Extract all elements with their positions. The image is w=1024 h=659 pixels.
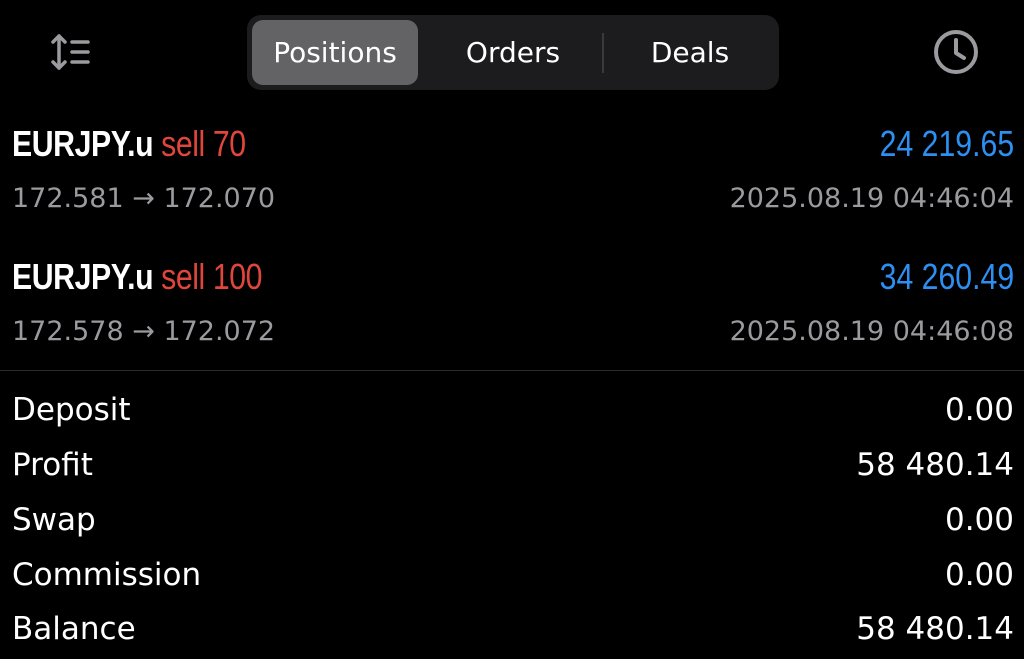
clock-icon xyxy=(934,30,978,74)
summary-label: Swap xyxy=(12,502,96,538)
summary-value: 0.00 xyxy=(944,557,1014,593)
tab-deals[interactable]: Deals xyxy=(605,20,775,85)
summary-value: 58 480.14 xyxy=(856,447,1014,483)
symbol-name: EURJPY.u xyxy=(12,123,154,164)
position-profit: 34 260.49 xyxy=(879,256,1014,297)
position-time: 2025.08.19 04:46:08 xyxy=(729,316,1014,347)
summary-row-balance: Balance 58 480.14 xyxy=(0,605,1024,659)
view-segmented-control: Positions Orders Deals xyxy=(247,15,779,90)
summary-value: 0.00 xyxy=(944,502,1014,538)
tab-divider xyxy=(602,33,604,73)
summary-label: Commission xyxy=(12,557,202,593)
divider xyxy=(0,370,1024,371)
summary-value: 0.00 xyxy=(944,392,1014,428)
history-button[interactable] xyxy=(928,24,984,80)
summary-label: Deposit xyxy=(12,392,131,428)
position-row[interactable]: EURJPY.u sell 100 34 260.49 172.578 → 17… xyxy=(0,248,1024,368)
trade-side-volume: sell 70 xyxy=(161,123,246,164)
tab-orders[interactable]: Orders xyxy=(425,20,601,85)
summary-label: Balance xyxy=(12,611,136,647)
position-profit: 24 219.65 xyxy=(879,123,1014,164)
sort-icon xyxy=(51,34,90,70)
symbol-name: EURJPY.u xyxy=(12,256,154,297)
position-prices: 172.578 → 172.072 xyxy=(12,316,276,347)
summary-row-swap: Swap 0.00 xyxy=(0,496,1024,550)
position-symbol: EURJPY.u sell 70 xyxy=(12,123,246,165)
toolbar: Positions Orders Deals xyxy=(0,0,1024,100)
sort-button[interactable] xyxy=(44,28,100,76)
summary-value: 58 480.14 xyxy=(856,611,1014,647)
trade-side-volume: sell 100 xyxy=(161,256,263,297)
position-symbol: EURJPY.u sell 100 xyxy=(12,256,262,298)
summary-row-profit: Profit 58 480.14 xyxy=(0,441,1024,495)
position-row[interactable]: EURJPY.u sell 70 24 219.65 172.581 → 172… xyxy=(0,115,1024,235)
tab-positions[interactable]: Positions xyxy=(252,20,418,85)
summary-label: Profit xyxy=(12,447,93,483)
position-time: 2025.08.19 04:46:04 xyxy=(729,183,1014,214)
summary-row-deposit: Deposit 0.00 xyxy=(0,386,1024,440)
summary-row-commission: Commission 0.00 xyxy=(0,551,1024,605)
position-prices: 172.581 → 172.070 xyxy=(12,183,276,214)
